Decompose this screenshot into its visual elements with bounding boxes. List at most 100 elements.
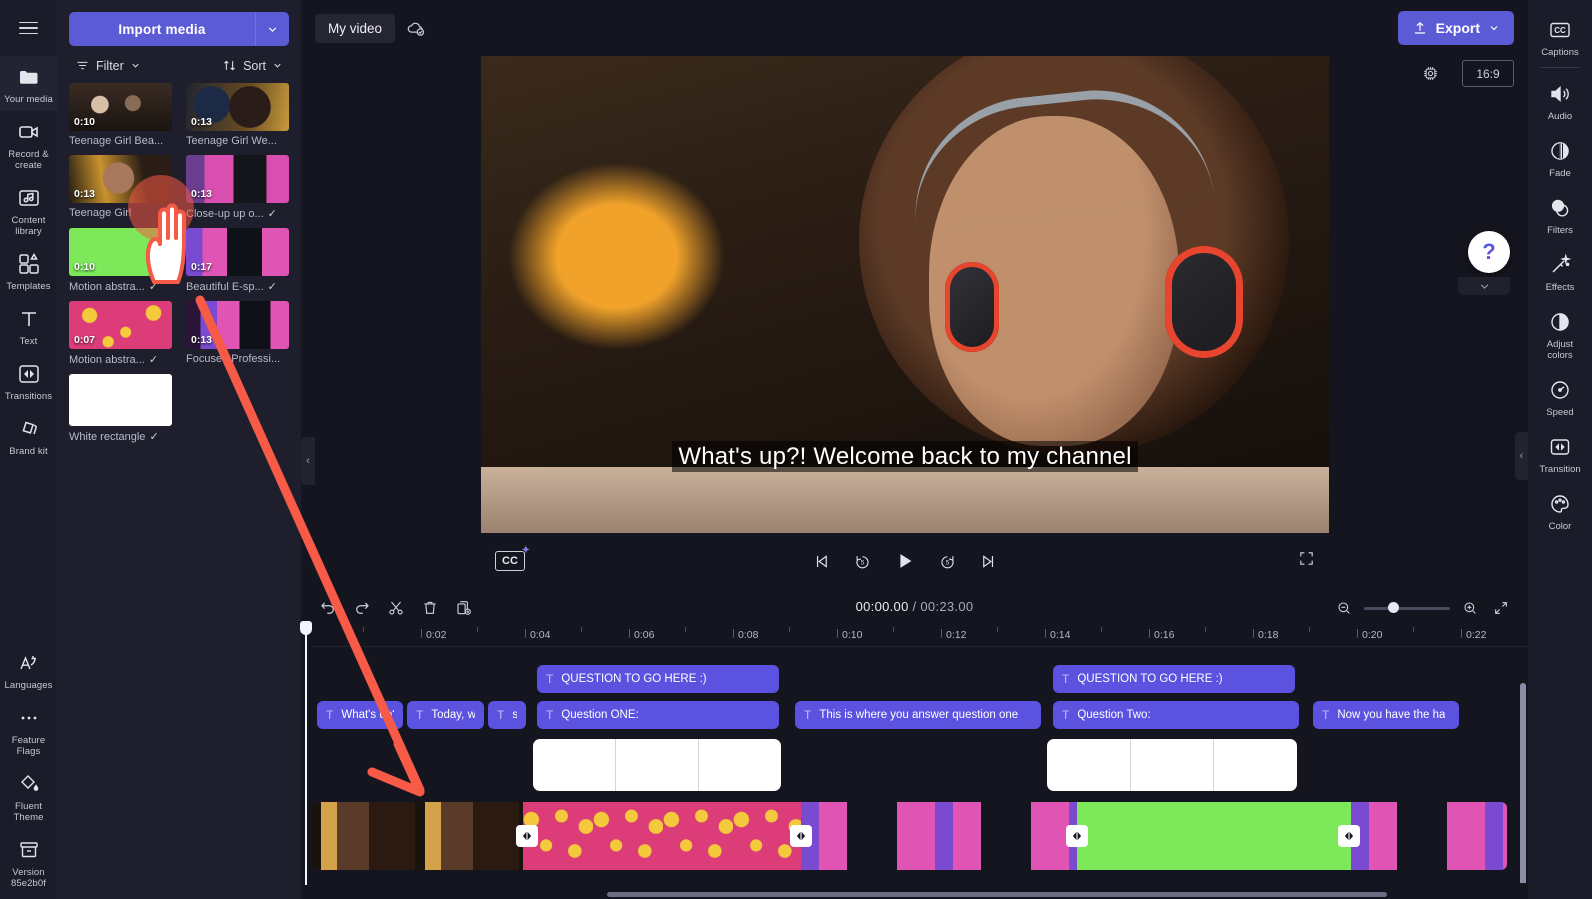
- forward-5-icon[interactable]: 5: [938, 552, 957, 571]
- tab-color[interactable]: Color: [1528, 482, 1592, 539]
- settings-chip-icon[interactable]: [1421, 64, 1440, 88]
- media-item[interactable]: 0:13 Close-up up o... ✓: [186, 155, 289, 220]
- tab-audio[interactable]: Audio: [1528, 72, 1592, 129]
- scissors-icon[interactable]: [379, 593, 413, 623]
- media-thumbnail[interactable]: [69, 374, 172, 426]
- video-preview[interactable]: What's up?! Welcome back to my channel: [481, 56, 1329, 533]
- zoom-slider-handle[interactable]: [1388, 602, 1399, 613]
- fullscreen-icon[interactable]: [1298, 550, 1315, 572]
- tab-effects[interactable]: Effects: [1528, 243, 1592, 300]
- media-thumbnail[interactable]: 0:10: [69, 83, 172, 131]
- timeline-text-clip[interactable]: T This is where you answer question one: [795, 701, 1041, 729]
- import-media-dropdown[interactable]: [255, 12, 289, 46]
- sidebar-item-content-library[interactable]: Content library: [0, 177, 57, 243]
- sort-button[interactable]: Sort: [222, 58, 283, 73]
- timeline-horizontal-scrollbar[interactable]: [607, 892, 1387, 897]
- tab-filters[interactable]: Filters: [1528, 186, 1592, 243]
- timeline-text-clip[interactable]: T Now you have the ha: [1313, 701, 1459, 729]
- media-thumbnail[interactable]: 0:10: [69, 228, 172, 276]
- ruler-label: 0:14: [1050, 629, 1071, 641]
- tab-speed[interactable]: Speed: [1528, 368, 1592, 425]
- filter-button[interactable]: Filter: [75, 58, 141, 73]
- sidebar-item-languages[interactable]: Languages: [0, 642, 57, 697]
- media-item[interactable]: 0:13 Teenage Girl: [69, 155, 172, 220]
- duplicate-icon[interactable]: [447, 593, 481, 623]
- media-thumbnail[interactable]: 0:13: [186, 83, 289, 131]
- zoom-slider[interactable]: [1364, 602, 1450, 613]
- media-thumbnail[interactable]: 0:13: [186, 301, 289, 349]
- media-item[interactable]: 0:10 Teenage Girl Bea...: [69, 83, 172, 147]
- export-button[interactable]: Export: [1397, 11, 1514, 45]
- timeline-text-clip[interactable]: T QUESTION TO GO HERE :): [1053, 665, 1295, 693]
- right-rail-collapse-button[interactable]: ‹: [1515, 432, 1528, 480]
- text-t-icon: [16, 306, 42, 332]
- timeline-text-clip[interactable]: T s: [488, 701, 526, 729]
- cc-icon[interactable]: CC: [495, 545, 530, 571]
- tab-adjust-colors[interactable]: Adjust colors: [1528, 300, 1592, 368]
- media-panel-collapse-button[interactable]: ‹: [301, 437, 315, 485]
- rewind-5-icon[interactable]: 5: [853, 552, 872, 571]
- sidebar-item-record-create[interactable]: Record & create: [0, 111, 57, 177]
- sidebar-item-templates[interactable]: Templates: [0, 243, 57, 298]
- timeline-text-clip[interactable]: T Question Two:: [1053, 701, 1299, 729]
- sidebar-item-fluent-theme[interactable]: Fluent Theme: [0, 763, 57, 829]
- sidebar-item-label: Feature Flags: [11, 735, 46, 757]
- import-media-button[interactable]: Import media: [69, 12, 255, 46]
- media-item[interactable]: White rectangle ✓: [69, 374, 172, 443]
- timeline-video-clip[interactable]: [1077, 802, 1351, 870]
- undo-icon[interactable]: [311, 593, 345, 623]
- zoom-out-icon[interactable]: [1333, 593, 1355, 623]
- skip-to-start-icon[interactable]: [812, 552, 831, 571]
- transition-icon[interactable]: [790, 825, 812, 847]
- timeline-text-clip[interactable]: T What's up?: [317, 701, 403, 729]
- timeline-text-clip[interactable]: T Today, w: [407, 701, 484, 729]
- cloud-saved-icon[interactable]: [405, 17, 427, 39]
- media-thumbnail[interactable]: 0:17: [186, 228, 289, 276]
- sidebar-item-transitions[interactable]: Transitions: [0, 353, 57, 408]
- tab-transition[interactable]: Transition: [1528, 425, 1592, 482]
- filter-label: Filter: [96, 58, 124, 73]
- media-thumbnail[interactable]: 0:07: [69, 301, 172, 349]
- timeline-video-clip[interactable]: [801, 802, 1077, 870]
- tab-captions[interactable]: CC Captions: [1528, 8, 1592, 65]
- menu-icon[interactable]: [0, 0, 57, 56]
- timeline-vertical-scrollbar[interactable]: [1520, 683, 1526, 883]
- sidebar-item-text[interactable]: Text: [0, 298, 57, 353]
- trash-icon[interactable]: [413, 593, 447, 623]
- timeline-text-clip[interactable]: T QUESTION TO GO HERE :): [537, 665, 779, 693]
- media-item[interactable]: 0:17 Beautiful E-sp... ✓: [186, 228, 289, 293]
- media-item[interactable]: 0:13 Teenage Girl We...: [186, 83, 289, 147]
- timeline-text-clip[interactable]: T Question ONE:: [537, 701, 779, 729]
- aspect-ratio-button[interactable]: 16:9: [1462, 60, 1514, 87]
- zoom-in-icon[interactable]: [1459, 593, 1481, 623]
- sidebar-item-brand-kit[interactable]: Brand kit: [0, 408, 57, 463]
- media-item[interactable]: 0:13 Focused Professi...: [186, 301, 289, 366]
- sidebar-item-version[interactable]: Version 85e2b0f: [0, 829, 57, 899]
- timeline-shape-clip[interactable]: [1047, 739, 1297, 791]
- transition-icon[interactable]: [1066, 825, 1088, 847]
- sidebar-item-your-media[interactable]: Your media: [0, 56, 57, 111]
- transition-icon[interactable]: [516, 825, 538, 847]
- media-thumbnail[interactable]: 0:13: [186, 155, 289, 203]
- sidebar-item-feature-flags[interactable]: Feature Flags: [0, 697, 57, 763]
- playhead[interactable]: [300, 621, 312, 885]
- tab-fade[interactable]: Fade: [1528, 129, 1592, 186]
- redo-icon[interactable]: [345, 593, 379, 623]
- transition-icon[interactable]: [1338, 825, 1360, 847]
- skip-to-end-icon[interactable]: [979, 552, 998, 571]
- timeline-video-clip[interactable]: [311, 802, 523, 870]
- play-icon[interactable]: [894, 550, 916, 572]
- timeline-video-clip[interactable]: [523, 802, 801, 870]
- media-item[interactable]: 0:07 Motion abstra... ✓: [69, 301, 172, 366]
- sidebar-item-label: Your media: [4, 94, 53, 105]
- media-item[interactable]: 0:10 Motion abstra... ✓: [69, 228, 172, 293]
- timeline-shape-clip[interactable]: [533, 739, 781, 791]
- project-title[interactable]: My video: [315, 13, 396, 43]
- timeline-video-clip[interactable]: [1351, 802, 1507, 870]
- media-thumbnail[interactable]: 0:13: [69, 155, 172, 203]
- preview-collapse-button[interactable]: [1458, 277, 1510, 295]
- media-name-row: Motion abstra... ✓: [69, 353, 172, 367]
- timeline-ruler[interactable]: 0:02 0:04 0:06 0:08 0:10 0:12 0:14 0:16 …: [311, 625, 1528, 647]
- fit-timeline-icon[interactable]: [1490, 593, 1512, 623]
- help-button[interactable]: ?: [1468, 231, 1510, 273]
